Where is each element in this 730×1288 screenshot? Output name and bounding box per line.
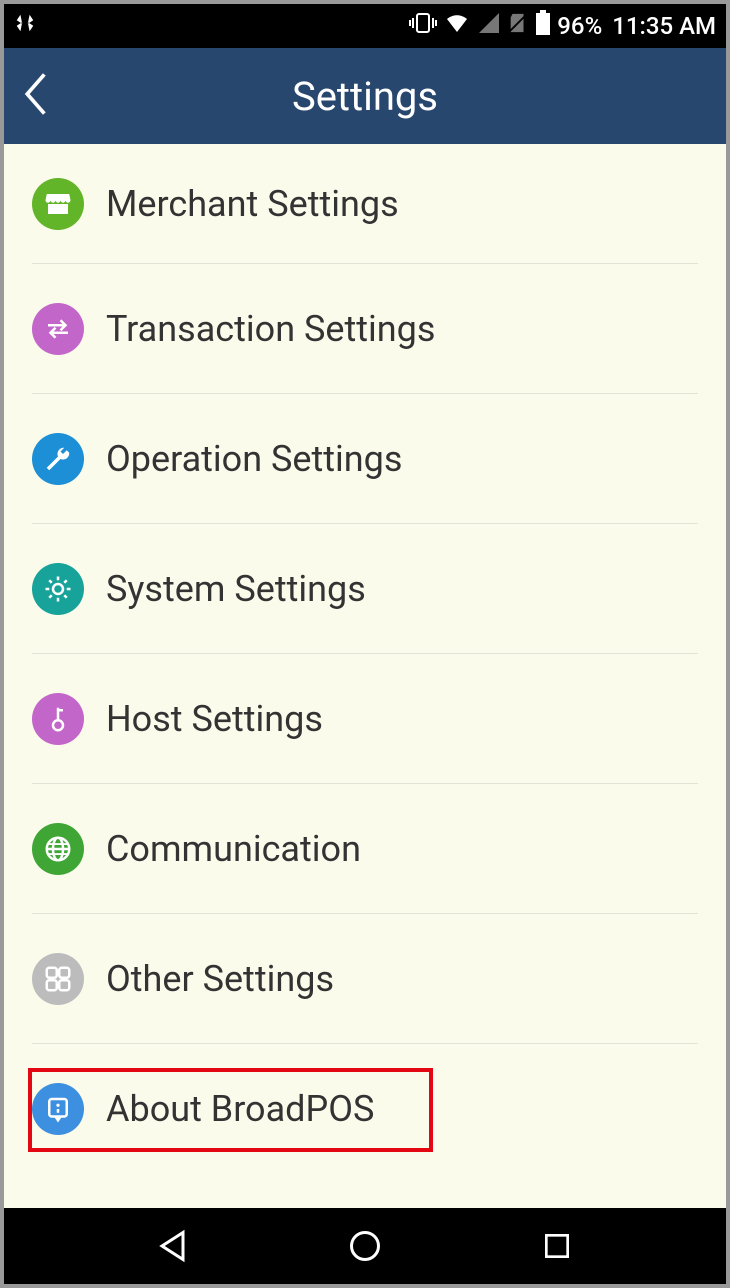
clock: 11:35 AM <box>612 12 716 40</box>
vibrate-icon <box>409 11 437 41</box>
wifi-icon <box>443 11 471 41</box>
wrench-icon <box>32 433 84 485</box>
no-sim-icon <box>507 11 529 41</box>
settings-item-other-settings[interactable]: Other Settings <box>32 914 698 1044</box>
globe-icon <box>32 823 84 875</box>
info-icon <box>32 1083 84 1135</box>
settings-item-label: About BroadPOS <box>106 1088 374 1130</box>
settings-item-label: Communication <box>106 828 361 870</box>
status-bar: 96% 11:35 AM <box>4 4 726 48</box>
settings-item-label: Other Settings <box>106 958 334 1000</box>
settings-item-label: Host Settings <box>106 698 323 740</box>
system-nav-bar <box>4 1208 726 1284</box>
app-navbar: Settings <box>4 48 726 144</box>
app-indicator-icon <box>14 12 36 40</box>
system-home-button[interactable] <box>343 1224 387 1268</box>
settings-item-label: Operation Settings <box>106 438 402 480</box>
battery-percent: 96% <box>557 12 602 40</box>
page-title: Settings <box>4 73 726 120</box>
grid-icon <box>32 953 84 1005</box>
key-icon <box>32 693 84 745</box>
settings-item-about-broadpos[interactable]: About BroadPOS <box>32 1044 698 1174</box>
settings-item-label: System Settings <box>106 568 366 610</box>
gear-icon <box>32 563 84 615</box>
store-icon <box>32 178 84 230</box>
back-button[interactable] <box>22 72 52 120</box>
battery-icon <box>535 10 551 42</box>
device-frame: 96% 11:35 AM Settings Merchant Settings T… <box>0 0 730 1288</box>
settings-item-merchant-settings[interactable]: Merchant Settings <box>32 144 698 264</box>
system-back-button[interactable] <box>152 1224 196 1268</box>
settings-item-host-settings[interactable]: Host Settings <box>32 654 698 784</box>
settings-item-system-settings[interactable]: System Settings <box>32 524 698 654</box>
signal-icon <box>477 11 501 41</box>
settings-item-transaction-settings[interactable]: Transaction Settings <box>32 264 698 394</box>
settings-item-label: Transaction Settings <box>106 308 435 350</box>
settings-item-operation-settings[interactable]: Operation Settings <box>32 394 698 524</box>
swap-icon <box>32 303 84 355</box>
settings-item-communication[interactable]: Communication <box>32 784 698 914</box>
system-recent-button[interactable] <box>535 1224 579 1268</box>
settings-list: Merchant Settings Transaction Settings Ope… <box>4 144 726 1208</box>
settings-item-label: Merchant Settings <box>106 183 399 225</box>
